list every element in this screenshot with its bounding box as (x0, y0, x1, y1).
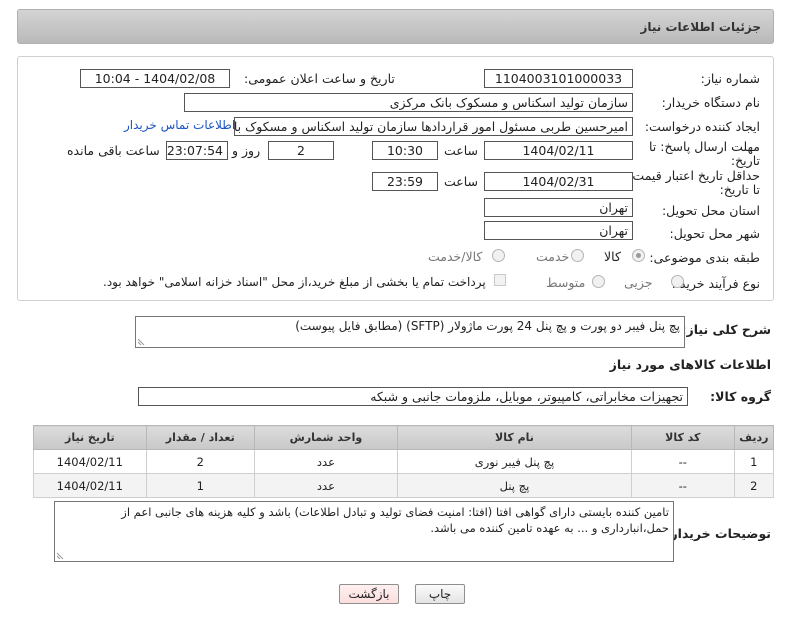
remaining-time-field: 23:07:54 (166, 141, 228, 160)
city-label: شهر محل تحویل: (669, 226, 760, 241)
validity-label-line2: تا تاریخ: (719, 182, 760, 197)
cell-need-date: 1404/02/11 (33, 449, 147, 474)
table-row: 2 -- پچ پنل عدد 1 1404/02/11 (33, 473, 775, 498)
resize-handle-icon[interactable] (138, 335, 148, 345)
table-header-row: ردیف کد کالا نام کالا واحد شمارش تعداد /… (33, 425, 775, 450)
category-service-radio[interactable] (571, 249, 584, 262)
announce-date-label: تاریخ و ساعت اعلان عمومی: (244, 71, 395, 86)
cell-row-number: 1 (733, 449, 775, 474)
process-medium-radio[interactable] (592, 275, 605, 288)
deadline-time-label: ساعت (444, 143, 479, 158)
cell-unit: عدد (253, 449, 399, 474)
announce-date-field: 1404/02/08 - 10:04 (80, 69, 230, 88)
description-textarea[interactable]: پچ پنل فیبر دو پورت و پچ پنل 24 پورت ماژ… (135, 316, 685, 348)
goods-table: ردیف کد کالا نام کالا واحد شمارش تعداد /… (33, 425, 775, 498)
cell-need-date: 1404/02/11 (33, 473, 147, 498)
table-row: 1 -- پچ پنل فیبر نوری عدد 2 1404/02/11 (33, 449, 775, 474)
col-need-date: تاریخ نیاز (33, 425, 147, 450)
process-minor-label: جزیی (624, 275, 653, 290)
col-item-code: کد کالا (630, 425, 735, 450)
col-item-name: نام کالا (397, 425, 632, 450)
print-button[interactable]: چاپ (415, 584, 465, 604)
buyer-notes-text: تامین کننده بایستی دارای گواهی افتا (افت… (121, 505, 669, 535)
process-minor-radio[interactable] (671, 275, 684, 288)
process-medium-label: متوسط (546, 275, 586, 290)
need-number-label: شماره نیاز: (700, 71, 760, 86)
days-label: روز و (232, 143, 261, 158)
deadline-date-field: 1404/02/11 (484, 141, 633, 160)
deadline-label-line1: مهلت ارسال پاسخ: تا (649, 139, 760, 154)
buyer-org-field: سازمان تولید اسکناس و مسکوک بانک مرکزی (184, 93, 633, 112)
need-number-field: 1104003101000033 (484, 69, 633, 88)
page-title: جزئیات اطلاعات نیاز (640, 20, 761, 34)
province-field: تهران (484, 198, 633, 217)
cell-quantity: 1 (145, 473, 255, 498)
treasury-payment-checkbox[interactable] (494, 274, 506, 286)
cell-item-code: -- (630, 449, 735, 474)
back-button[interactable]: بازگشت (339, 584, 399, 604)
category-goods-service-radio[interactable] (492, 249, 505, 262)
category-goods-radio[interactable] (632, 249, 645, 262)
page-header: جزئیات اطلاعات نیاز (17, 9, 774, 44)
requester-label: ایجاد کننده درخواست: (644, 119, 760, 134)
buyer-notes-textarea[interactable]: تامین کننده بایستی دارای گواهی افتا (افت… (54, 501, 674, 562)
validity-label-line1: حداقل تاریخ اعتبار قیمت: (628, 168, 760, 183)
col-row-number: ردیف (733, 425, 775, 450)
cell-row-number: 2 (733, 473, 775, 498)
goods-group-field: تجهیزات مخابراتی، کامپیوتر، موبایل، ملزو… (138, 387, 688, 406)
goods-group-label: گروه کالا: (710, 389, 771, 404)
validity-date-field: 1404/02/31 (484, 172, 633, 191)
category-label: طبقه بندی موضوعی: (649, 250, 760, 265)
cell-item-name: پچ پنل (397, 473, 632, 498)
city-field: تهران (484, 221, 633, 240)
treasury-payment-note: پرداخت تمام یا بخشی از مبلغ خرید،از محل … (103, 275, 486, 289)
cell-item-code: -- (630, 473, 735, 498)
days-remaining-field: 2 (268, 141, 334, 160)
cell-unit: عدد (253, 473, 399, 498)
process-label: نوع فرآیند خرید : (671, 276, 760, 291)
cell-quantity: 2 (145, 449, 255, 474)
buyer-org-label: نام دستگاه خریدار: (661, 95, 760, 110)
goods-section-title: اطلاعات کالاهای مورد نیاز (609, 357, 771, 372)
description-text: پچ پنل فیبر دو پورت و پچ پنل 24 پورت ماژ… (295, 319, 680, 333)
deadline-label-line2: تاریخ: (730, 153, 760, 168)
deadline-time-field: 10:30 (372, 141, 438, 160)
col-unit: واحد شمارش (253, 425, 399, 450)
remaining-time-label: ساعت باقی مانده (67, 143, 160, 158)
province-label: استان محل تحویل: (661, 203, 760, 218)
col-quantity: تعداد / مقدار (145, 425, 255, 450)
category-goods-label: کالا (604, 249, 621, 264)
buyer-notes-label: توضیحات خریدار: (665, 526, 771, 541)
description-label: شرح کلی نیاز: (681, 322, 771, 337)
category-service-label: خدمت (536, 249, 570, 264)
requester-field: امیرحسین طربی مسئول امور قراردادها سازما… (234, 117, 633, 136)
resize-handle-icon[interactable] (57, 549, 67, 559)
validity-time-label: ساعت (444, 174, 479, 189)
category-goods-service-label: کالا/خدمت (428, 249, 483, 264)
buyer-contact-link[interactable]: اطلاعات تماس خریدار (124, 118, 235, 132)
cell-item-name: پچ پنل فیبر نوری (397, 449, 632, 474)
validity-time-field: 23:59 (372, 172, 438, 191)
